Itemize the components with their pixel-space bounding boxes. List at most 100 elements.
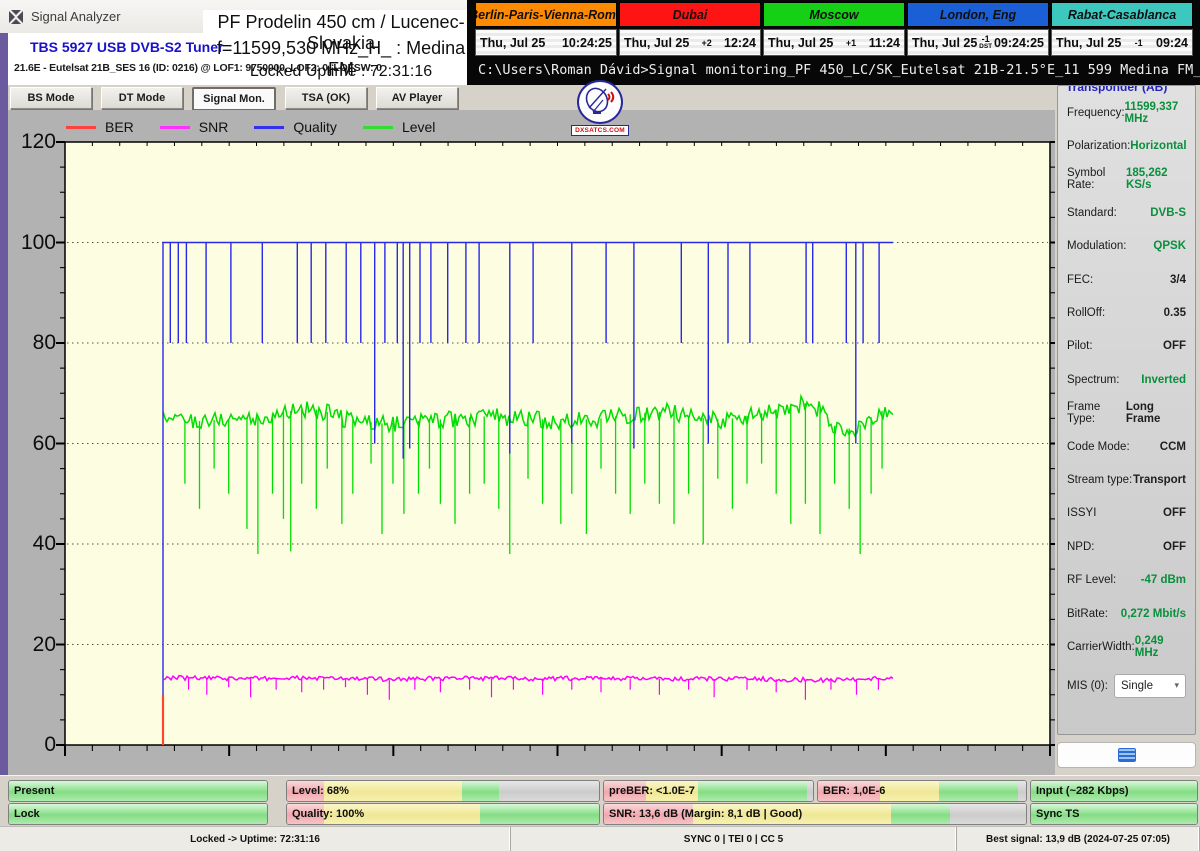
- param-value: OFF: [1163, 340, 1186, 353]
- bar-segment: [499, 781, 599, 801]
- mis-label: MIS (0):: [1067, 679, 1108, 692]
- indicator-bars-background: Present Level: 68% preBER: <1.0E-7 BER: 1,0…: [0, 775, 1200, 827]
- param-label: Frequency:: [1067, 106, 1125, 119]
- param-row-issyi: ISSYI OFF: [1058, 497, 1195, 530]
- param-row-modulation-: Modulation: QPSK: [1058, 230, 1195, 263]
- clock-time: 11:24: [868, 35, 900, 50]
- bar-segment: [880, 781, 939, 801]
- chart-area: BER SNR Quality Level 0 20 40 60 80 100 120: [8, 110, 1055, 775]
- param-label: NPD:: [1067, 540, 1095, 553]
- indicator-preber: preBER: <1.0E-7: [603, 780, 814, 802]
- clock-city-label: Dubai: [619, 2, 761, 27]
- param-value: 0,272 Mbit/s: [1120, 607, 1186, 620]
- clock-utc-offset: +2: [701, 37, 712, 48]
- clock-city-label: Moscow: [763, 2, 905, 27]
- param-row-frame-type-: Frame Type: Long Frame: [1058, 397, 1195, 430]
- param-label: Symbol Rate:: [1067, 167, 1106, 192]
- indicator-label: Quality: 100%: [292, 808, 365, 820]
- param-label: Stream type:: [1067, 473, 1133, 486]
- param-value: -47 dBm: [1140, 574, 1186, 587]
- indicator-label: SNR: 13,6 dB (Margin: 8,1 dB | Good): [609, 808, 803, 820]
- param-row-standard-: Standard: DVB-S: [1058, 196, 1195, 229]
- window-title: Signal Analyzer: [31, 9, 121, 24]
- param-value: Long Frame: [1125, 401, 1161, 426]
- tab-signal-mon-[interactable]: Signal Mon.: [192, 87, 276, 111]
- indicator-label: preBER: <1.0E-7: [609, 785, 695, 797]
- indicator-label: BER: 1,0E-6: [823, 785, 886, 797]
- indicator-ber: BER: 1,0E-6: [817, 780, 1027, 802]
- indicator-label: Level: 68%: [292, 785, 349, 797]
- indicator-label: Lock: [14, 808, 40, 820]
- bar-segment: [698, 781, 807, 801]
- tab-bs-mode[interactable]: BS Mode: [10, 87, 92, 109]
- param-value: DVB-S: [1150, 206, 1186, 219]
- locked-uptime-title: Locked Uptime : 72:31:16: [249, 63, 433, 80]
- chevron-down-icon: ▾: [1174, 680, 1179, 691]
- clock-utc-offset: -1 DST: [979, 33, 993, 50]
- param-row-symbol-rate-: Symbol Rate: 185,262 KS/s: [1058, 163, 1195, 196]
- clock-utc-offset: -1: [1134, 37, 1143, 48]
- transponder-panel: Transponder (AB) [BS] Frequency:11599,33…: [1057, 85, 1196, 735]
- param-row-spectrum-: Spectrum: Inverted: [1058, 363, 1195, 396]
- indicator-label: Present: [14, 785, 55, 797]
- param-label: Polarization:: [1067, 140, 1131, 153]
- param-label: Modulation:: [1067, 240, 1127, 253]
- indicator-sync: Sync TS: [1030, 803, 1198, 825]
- clock-date: Thu, Jul 25: [624, 35, 690, 50]
- world-clocks: Berlin-Paris-Vienna-Roma Thu, Jul 25 10:24…: [475, 2, 1193, 56]
- window-border-strip: [0, 33, 8, 826]
- tab-dt-mode[interactable]: DT Mode: [101, 87, 183, 109]
- tuner-name: TBS 5927 USB DVB-S2 Tuner: [30, 39, 224, 55]
- tab-av-player[interactable]: AV Player: [376, 87, 458, 109]
- signal-chart: [56, 141, 1055, 756]
- status-bar: Locked -> Uptime: 72:31:16 SYNC 0 | TEI …: [0, 826, 1200, 851]
- indicator-present: Present: [8, 780, 268, 802]
- clock-london-eng: London, Eng Thu, Jul 25 -1 DST 09:24:25: [907, 2, 1049, 56]
- clock-date: Thu, Jul 25: [1056, 35, 1122, 50]
- clock-rabat-casablanca: Rabat-Casablanca Thu, Jul 25 -1 09:24: [1051, 2, 1193, 56]
- tab-tsa-ok-[interactable]: TSA (OK): [285, 87, 367, 109]
- indicator-quality: Quality: 100%: [286, 803, 600, 825]
- satellite-dish-icon: [577, 80, 623, 124]
- param-row-frequency-: Frequency: 11599,337 MHz: [1058, 96, 1195, 129]
- bar-segment: [806, 781, 813, 801]
- param-row-stream-type-: Stream type: Transport: [1058, 463, 1195, 496]
- tab-bar: BS Mode DT Mode Signal Mon. TSA (OK) AV Play…: [8, 85, 1055, 111]
- clock-date: Thu, Jul 25: [912, 35, 978, 50]
- clock-date: Thu, Jul 25: [768, 35, 834, 50]
- console-panel: Berlin-Paris-Vienna-Roma Thu, Jul 25 10:24…: [467, 0, 1200, 85]
- transponder-panel-header: Transponder (AB) [BS]: [1066, 86, 1168, 96]
- param-value: 0.35: [1163, 307, 1186, 320]
- status-sync-counters: SYNC 0 | TEI 0 | CC 5: [511, 827, 957, 851]
- clock-city-label: London, Eng: [907, 2, 1049, 27]
- indicator-label: Input (~282 Kbps): [1036, 785, 1129, 797]
- param-row-rolloff-: RollOff: 0.35: [1058, 296, 1195, 329]
- bar-segment: [950, 804, 1026, 824]
- bar-segment: [890, 804, 951, 824]
- stream-list-button[interactable]: [1057, 742, 1196, 768]
- clock-time: 09:24: [1156, 35, 1188, 50]
- app-icon: [9, 9, 23, 24]
- param-label: Frame Type:: [1067, 401, 1101, 426]
- indicator-lock: Lock: [8, 803, 268, 825]
- indicator-input: Input (~282 Kbps): [1030, 780, 1198, 802]
- param-value: CCM: [1159, 440, 1186, 453]
- param-value: Transport: [1132, 473, 1186, 486]
- logo-text: DXSATCS.COM: [571, 125, 629, 136]
- param-value: QPSK: [1153, 240, 1186, 253]
- status-best-signal: Best signal: 13,9 dB (2024-07-25 07:05): [957, 827, 1200, 851]
- mis-dropdown[interactable]: Single ▾: [1114, 673, 1186, 698]
- indicator-label: Sync TS: [1036, 808, 1080, 820]
- param-label: Standard:: [1067, 206, 1117, 219]
- indicator-level: Level: 68%: [286, 780, 600, 802]
- param-label: RF Level:: [1067, 574, 1117, 587]
- clock-city-label: Berlin-Paris-Vienna-Roma: [475, 2, 617, 27]
- param-row-rf-level-: RF Level: -47 dBm: [1058, 563, 1195, 596]
- param-value: 0,249 MHz: [1134, 634, 1164, 659]
- bar-segment: [1017, 781, 1026, 801]
- bar-segment: [461, 781, 500, 801]
- status-locked-uptime: Locked -> Uptime: 72:31:16: [0, 827, 511, 851]
- bar-segment: [480, 804, 599, 824]
- param-row-bitrate-: BitRate: 0,272 Mbit/s: [1058, 597, 1195, 630]
- clock-time-row: Thu, Jul 25 +1 11:24: [763, 29, 905, 56]
